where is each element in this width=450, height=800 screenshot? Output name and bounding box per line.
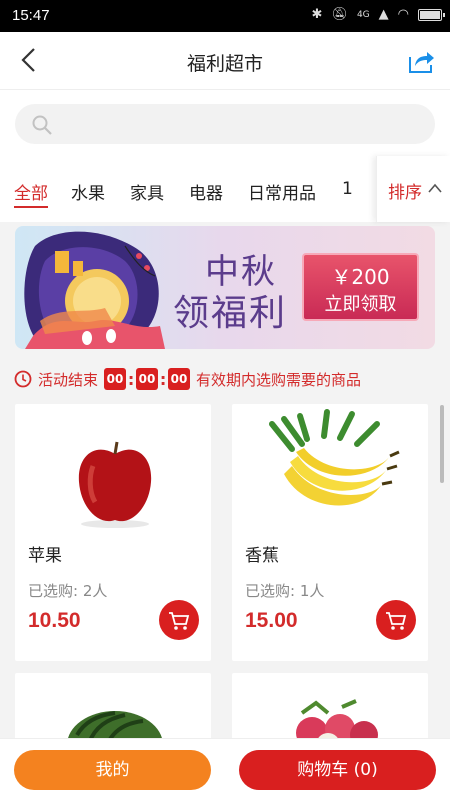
bottom-bar: 我的 购物车 (0) xyxy=(0,738,450,800)
scrollbar[interactable] xyxy=(440,405,444,483)
battery-icon xyxy=(418,8,445,21)
signal-icon: ▲ xyxy=(378,7,389,22)
product-card[interactable]: 苹果 已选购: 2人 10.50 xyxy=(15,404,211,661)
product-card[interactable] xyxy=(232,673,428,743)
wifi-icon: ◠ xyxy=(397,7,409,22)
search-bar[interactable] xyxy=(15,104,435,144)
tab-furniture[interactable]: 家具 xyxy=(130,179,164,204)
countdown-separator: : xyxy=(159,369,167,389)
tab-more[interactable]: 1 xyxy=(342,179,353,199)
activity-countdown: 活动结束 00 : 00 : 00 有效期内选购需要的商品 xyxy=(14,366,361,392)
bluetooth-icon: ✱ xyxy=(311,7,323,22)
cart-icon xyxy=(169,612,190,630)
product-name: 苹果 xyxy=(28,546,62,566)
mine-button[interactable]: 我的 xyxy=(14,750,211,790)
product-card[interactable]: 香蕉 已选购: 1人 15.00 xyxy=(232,404,428,661)
countdown-separator: : xyxy=(127,369,135,389)
banner-title-line2: 领福利 xyxy=(173,293,288,334)
coupon-ticket[interactable]: ￥200 立即领取 xyxy=(302,253,419,321)
product-sold-count: 已选购: 2人 xyxy=(28,582,108,600)
product-price: 10.50 xyxy=(28,609,81,632)
lychee-image xyxy=(296,699,378,743)
tab-all[interactable]: 全部 xyxy=(14,179,48,204)
promo-banner[interactable]: 中秋 领福利 ￥200 立即领取 xyxy=(15,226,435,349)
status-icons: ✱ 🔕︎ 4G ▲ ◠ xyxy=(311,7,445,22)
cart-icon xyxy=(386,612,407,630)
share-button[interactable] xyxy=(406,46,436,76)
activity-label: 活动结束 xyxy=(38,370,99,389)
share-icon xyxy=(409,52,434,73)
active-tab-indicator xyxy=(14,206,48,208)
countdown-seconds: 00 xyxy=(168,368,191,390)
network-type: 4G xyxy=(356,9,370,20)
category-tabs: 全部 水果 家具 电器 日常用品 1 排序 xyxy=(0,156,450,222)
banana-image xyxy=(269,409,400,506)
watermelon-image xyxy=(67,711,163,743)
search-input[interactable] xyxy=(63,104,423,144)
countdown-hours: 00 xyxy=(104,368,127,390)
silent-icon: 🔕︎ xyxy=(331,7,348,22)
tab-daily-goods[interactable]: 日常用品 xyxy=(248,179,316,204)
activity-note: 有效期内选购需要的商品 xyxy=(196,370,362,389)
sort-button[interactable]: 排序 xyxy=(376,156,450,222)
tab-list: 全部 水果 家具 电器 日常用品 1 xyxy=(0,160,376,222)
tab-appliances[interactable]: 电器 xyxy=(189,179,223,204)
coupon-cta: 立即领取 xyxy=(324,294,397,315)
chevron-up-icon xyxy=(428,183,442,193)
add-to-cart-button[interactable] xyxy=(159,600,199,640)
product-name: 香蕉 xyxy=(245,546,279,566)
status-time: 15:47 xyxy=(12,7,50,24)
coupon-amount: ￥200 xyxy=(331,265,390,289)
tab-fruit[interactable]: 水果 xyxy=(71,179,105,204)
moon-festival-illustration xyxy=(24,231,165,349)
clock-icon xyxy=(14,370,32,388)
apple-image xyxy=(78,441,152,528)
search-section xyxy=(0,90,450,160)
status-bar: 15:47 ✱ 🔕︎ 4G ▲ ◠ xyxy=(0,0,450,32)
countdown-minutes: 00 xyxy=(136,368,159,390)
sort-label: 排序 xyxy=(388,183,422,203)
product-sold-count: 已选购: 1人 xyxy=(245,582,325,600)
shopping-cart-button[interactable]: 购物车 (0) xyxy=(239,750,436,790)
add-to-cart-button[interactable] xyxy=(376,600,416,640)
product-card[interactable] xyxy=(15,673,211,743)
search-icon xyxy=(32,115,52,135)
nav-bar: 福利超市 xyxy=(0,32,450,90)
product-price: 15.00 xyxy=(245,609,298,632)
page-title: 福利超市 xyxy=(186,53,263,75)
